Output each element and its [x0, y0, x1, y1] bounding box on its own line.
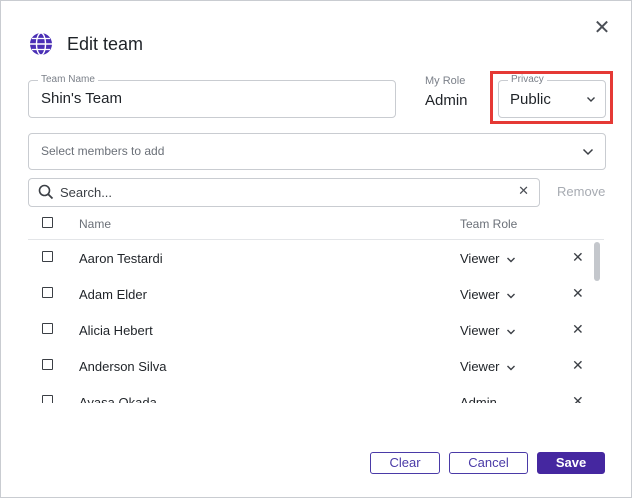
- member-list: Aaron Testardi Viewer ✕ Adam Elder Viewe…: [1, 240, 632, 403]
- team-role-value: Viewer: [460, 323, 500, 338]
- team-role-select[interactable]: Viewer: [460, 251, 516, 266]
- team-name-label: Team Name: [38, 74, 98, 85]
- remove-member-icon[interactable]: ✕: [572, 393, 584, 403]
- chevron-down-icon: [506, 365, 515, 371]
- team-role-value: Viewer: [460, 251, 500, 266]
- chevron-down-icon: [506, 329, 515, 335]
- table-row: Ayasa Okada Admin ✕: [28, 384, 604, 403]
- team-role-select[interactable]: Viewer: [460, 287, 516, 302]
- my-role-label: My Role: [425, 75, 466, 87]
- team-role-select[interactable]: Admin: [460, 395, 497, 403]
- table-header: Name Team Role: [28, 209, 604, 240]
- search-icon: [38, 184, 54, 200]
- dialog-title: Edit team: [67, 34, 144, 54]
- team-role-value: Admin: [460, 395, 497, 403]
- my-role-value: Admin: [425, 92, 468, 109]
- team-name-value: Shin's Team: [41, 90, 122, 107]
- row-checkbox[interactable]: [42, 251, 53, 262]
- member-name: Alicia Hebert: [79, 323, 153, 338]
- chevron-down-icon: [506, 293, 515, 299]
- table-row: Anderson Silva Viewer ✕: [28, 348, 604, 384]
- chevron-down-icon: [506, 257, 515, 263]
- privacy-select[interactable]: Privacy Public: [498, 74, 606, 118]
- row-checkbox[interactable]: [42, 323, 53, 334]
- team-role-select[interactable]: Viewer: [460, 323, 516, 338]
- team-name-field[interactable]: Team Name Shin's Team: [28, 74, 396, 118]
- member-name: Aaron Testardi: [79, 251, 163, 266]
- remove-member-icon[interactable]: ✕: [572, 249, 584, 266]
- column-header-team-role: Team Role: [460, 217, 518, 231]
- team-role-select[interactable]: Viewer: [460, 359, 516, 374]
- row-checkbox[interactable]: [42, 359, 53, 370]
- member-name: Ayasa Okada: [79, 395, 157, 403]
- remove-button[interactable]: Remove: [557, 184, 605, 199]
- select-all-checkbox[interactable]: [42, 217, 53, 228]
- cancel-button[interactable]: Cancel: [449, 452, 528, 474]
- search-placeholder: Search...: [60, 185, 113, 200]
- clear-button[interactable]: Clear: [370, 452, 440, 474]
- remove-member-icon[interactable]: ✕: [572, 285, 584, 302]
- table-row: Adam Elder Viewer ✕: [28, 276, 604, 312]
- member-name: Anderson Silva: [79, 359, 167, 374]
- search-input[interactable]: Search... ✕: [28, 178, 540, 207]
- chevron-down-icon: [587, 97, 595, 102]
- close-icon[interactable]: ✕: [591, 17, 613, 39]
- members-placeholder: Select members to add: [41, 144, 165, 158]
- list-scrollbar[interactable]: [594, 242, 600, 281]
- row-checkbox[interactable]: [42, 287, 53, 298]
- clear-icon[interactable]: ✕: [518, 183, 529, 199]
- column-header-name: Name: [79, 217, 112, 231]
- edit-team-dialog: Edit team ✕ Team Name Shin's Team My Rol…: [0, 0, 632, 498]
- save-button[interactable]: Save: [537, 452, 605, 474]
- row-checkbox[interactable]: [42, 395, 53, 403]
- table-row: Alicia Hebert Viewer ✕: [28, 312, 604, 348]
- globe-icon: [30, 32, 52, 56]
- team-role-value: Viewer: [460, 287, 500, 302]
- remove-member-icon[interactable]: ✕: [572, 321, 584, 338]
- remove-member-icon[interactable]: ✕: [572, 357, 584, 374]
- team-role-value: Viewer: [460, 359, 500, 374]
- privacy-value: Public: [510, 91, 551, 108]
- privacy-label: Privacy: [508, 74, 547, 85]
- table-row: Aaron Testardi Viewer ✕: [28, 240, 604, 276]
- members-select[interactable]: Select members to add: [28, 133, 606, 170]
- chevron-down-icon: [582, 148, 594, 156]
- member-name: Adam Elder: [79, 287, 147, 302]
